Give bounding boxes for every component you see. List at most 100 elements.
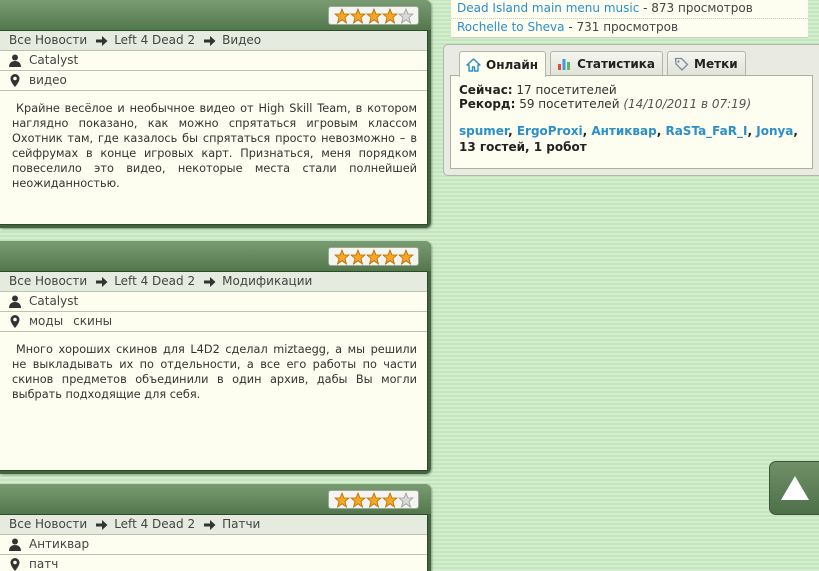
- breadcrumb-all-news[interactable]: Все Новости: [9, 272, 87, 291]
- user-icon: [9, 54, 21, 67]
- breadcrumb-category[interactable]: Модификации: [222, 272, 312, 291]
- arrow-right-icon: [96, 519, 108, 530]
- user-link[interactable]: Jonya: [756, 124, 793, 138]
- card-body: Все Новости Left 4 Dead 2 Патчи Антиквар…: [0, 514, 428, 571]
- breadcrumb-game[interactable]: Left 4 Dead 2: [114, 272, 195, 291]
- tab-tags[interactable]: Метки: [667, 51, 746, 76]
- view-count: - 731 просмотров: [564, 20, 679, 34]
- now-label: Сейчас:: [459, 83, 513, 97]
- popular-link[interactable]: Rochelle to Sheva: [457, 20, 565, 34]
- star-icon[interactable]: [381, 248, 398, 265]
- card-header: [0, 0, 431, 30]
- star-icon[interactable]: [365, 491, 382, 508]
- author-link[interactable]: Catalyst: [29, 292, 78, 311]
- tab-statistics[interactable]: Статистика: [550, 51, 664, 76]
- tags-row: патч: [0, 555, 427, 571]
- tag-link[interactable]: моды: [29, 312, 63, 331]
- online-panel: Сейчас: 17 посетителей Рекорд: 59 посети…: [450, 75, 813, 169]
- breadcrumb-all-news[interactable]: Все Новости: [9, 515, 87, 534]
- record-value: 59 посетителей: [515, 97, 624, 111]
- star-icon[interactable]: [365, 7, 382, 24]
- view-count: - 873 просмотров: [639, 1, 753, 15]
- rating-stars[interactable]: [328, 6, 419, 25]
- star-icon[interactable]: [349, 248, 366, 265]
- article-text: Много хороших скинов для L4D2 сделал miz…: [12, 343, 417, 401]
- news-card: Все Новости Left 4 Dead 2 Модификации Ca…: [0, 241, 431, 474]
- arrow-up-icon: [780, 476, 809, 500]
- rating-stars[interactable]: [328, 247, 419, 266]
- star-icon[interactable]: [349, 7, 366, 24]
- popular-list: Dead Island main menu music - 873 просмо…: [451, 0, 808, 38]
- map-pin-icon: [10, 74, 20, 87]
- star-icon[interactable]: [381, 491, 398, 508]
- widget-tabs: Онлайн Статистика Метки: [459, 51, 746, 77]
- news-card: Все Новости Left 4 Dead 2 Видео Catalyst…: [0, 0, 431, 228]
- card-header: [0, 241, 431, 271]
- star-icon[interactable]: [397, 7, 414, 24]
- guests-count: 13 гостей, 1 робот: [459, 140, 587, 154]
- news-card: Все Новости Left 4 Dead 2 Патчи Антиквар…: [0, 484, 431, 571]
- rating-stars[interactable]: [328, 490, 419, 509]
- record-label: Рекорд:: [459, 97, 516, 111]
- tab-label: Онлайн: [486, 57, 539, 72]
- author-link[interactable]: Антиквар: [29, 535, 89, 554]
- tab-label: Метки: [694, 57, 738, 71]
- map-pin-icon: [10, 558, 20, 571]
- star-icon[interactable]: [397, 491, 414, 508]
- breadcrumb-game[interactable]: Left 4 Dead 2: [114, 31, 195, 50]
- tags-row: моды скины: [0, 312, 427, 332]
- star-icon[interactable]: [333, 7, 350, 24]
- user-link[interactable]: Антиквар: [591, 124, 656, 138]
- star-icon[interactable]: [381, 7, 398, 24]
- star-icon[interactable]: [349, 491, 366, 508]
- tab-online[interactable]: Онлайн: [459, 51, 547, 77]
- online-record: Рекорд: 59 посетителей (14/10/2011 в 07:…: [459, 97, 805, 111]
- now-value: 17 посетителей: [512, 83, 617, 97]
- author-row: Catalyst: [0, 292, 427, 312]
- list-item: Dead Island main menu music - 873 просмо…: [451, 0, 808, 19]
- arrow-right-icon: [204, 276, 216, 287]
- breadcrumb-category[interactable]: Патчи: [222, 515, 260, 534]
- author-row: Антиквар: [0, 535, 427, 555]
- online-now: Сейчас: 17 посетителей: [459, 83, 805, 97]
- record-date: (14/10/2011 в 07:19): [623, 97, 752, 111]
- arrow-right-icon: [96, 35, 108, 46]
- scroll-to-top-button[interactable]: [769, 461, 819, 515]
- breadcrumb: Все Новости Left 4 Dead 2 Патчи: [0, 515, 427, 535]
- tag-link[interactable]: видео: [29, 71, 67, 90]
- arrow-right-icon: [204, 35, 216, 46]
- online-users: spumer, ErgoProxi, Антиквар, RaSTa_FaR_I…: [459, 124, 798, 154]
- star-icon[interactable]: [397, 248, 414, 265]
- breadcrumb-category[interactable]: Видео: [222, 31, 261, 50]
- author-link[interactable]: Catalyst: [29, 51, 78, 70]
- star-icon[interactable]: [333, 491, 350, 508]
- author-row: Catalyst: [0, 51, 427, 71]
- user-icon: [9, 295, 21, 308]
- user-link[interactable]: spumer: [459, 124, 508, 138]
- arrow-right-icon: [96, 276, 108, 287]
- breadcrumb: Все Новости Left 4 Dead 2 Модификации: [0, 272, 427, 292]
- star-icon[interactable]: [333, 248, 350, 265]
- user-icon: [9, 538, 21, 551]
- tag-icon: [674, 57, 689, 71]
- card-body: Все Новости Left 4 Dead 2 Видео Catalyst…: [0, 30, 428, 225]
- breadcrumb-game[interactable]: Left 4 Dead 2: [114, 515, 195, 534]
- tag-link[interactable]: скины: [73, 312, 112, 331]
- breadcrumb: Все Новости Left 4 Dead 2 Видео: [0, 31, 427, 51]
- card-body: Все Новости Left 4 Dead 2 Модификации Ca…: [0, 271, 428, 471]
- user-link[interactable]: ErgoProxi: [517, 124, 583, 138]
- tab-label: Статистика: [577, 57, 656, 71]
- online-widget: Онлайн Статистика Метки Сейчас: 17 посет…: [443, 44, 819, 176]
- tags-row: видео: [0, 71, 427, 91]
- arrow-right-icon: [204, 519, 216, 530]
- home-icon: [466, 57, 481, 72]
- bar-chart-icon: [558, 59, 571, 70]
- tag-link[interactable]: патч: [29, 555, 58, 571]
- list-item: Rochelle to Sheva - 731 просмотров: [451, 19, 808, 38]
- breadcrumb-all-news[interactable]: Все Новости: [9, 31, 87, 50]
- user-link[interactable]: RaSTa_FaR_I: [665, 124, 747, 138]
- popular-link[interactable]: Dead Island main menu music: [457, 1, 639, 15]
- star-icon[interactable]: [365, 248, 382, 265]
- card-header: [0, 484, 431, 514]
- map-pin-icon: [10, 315, 20, 328]
